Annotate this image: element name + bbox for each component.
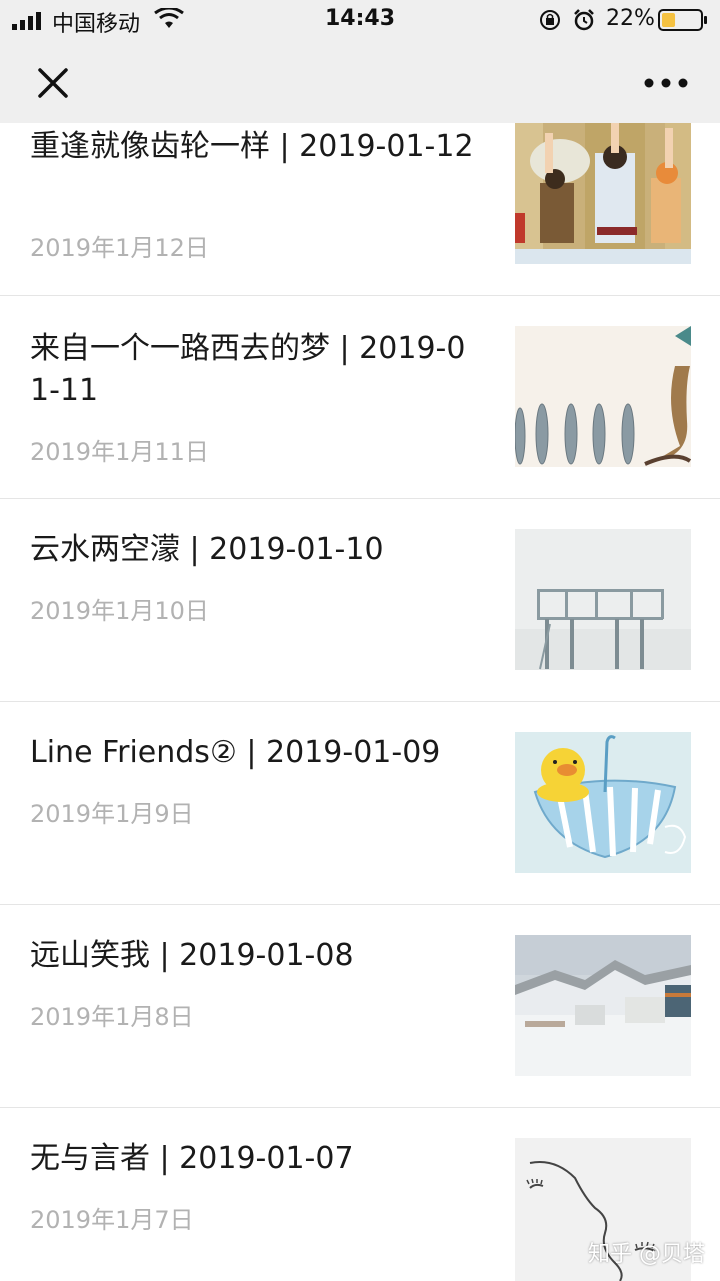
carrier-name: 中国移动	[52, 12, 141, 37]
signal-strength-icon	[12, 12, 41, 30]
divider	[0, 498, 720, 499]
watermark: 知乎 @贝塔	[588, 1242, 705, 1267]
anime-characters-thumbnail[interactable]	[515, 123, 691, 264]
snowy-mountain-thumbnail[interactable]	[515, 935, 691, 1076]
more-icon	[644, 78, 688, 88]
duck-umbrella-thumbnail[interactable]	[515, 732, 691, 873]
misty-pier-thumbnail[interactable]	[515, 529, 691, 670]
divider	[0, 701, 720, 702]
article-title[interactable]: 云水两空濛 | 2019-01-10	[30, 529, 478, 571]
wifi-icon	[154, 8, 184, 28]
article-date: 2019年1月12日	[30, 234, 209, 262]
article-date: 2019年1月11日	[30, 438, 209, 466]
rotation-lock-icon	[540, 10, 560, 30]
nav-bar	[0, 40, 720, 123]
article-title[interactable]: 无与言者 | 2019-01-07	[30, 1138, 478, 1180]
article-date: 2019年1月10日	[30, 597, 209, 625]
close-icon	[38, 68, 68, 98]
alarm-icon	[574, 9, 594, 31]
close-button[interactable]	[30, 60, 76, 106]
fish-and-cat-thumbnail[interactable]	[515, 326, 691, 467]
article-list: 重逢就像齿轮一样 | 2019-01-12 2019年1月12日 来自一个一路西…	[0, 0, 720, 1281]
article-title[interactable]: 来自一个一路西去的梦 | 2019-01-11	[30, 328, 478, 412]
divider	[0, 904, 720, 905]
article-date: 2019年1月8日	[30, 1003, 194, 1031]
divider	[0, 1107, 720, 1108]
divider	[0, 295, 720, 296]
battery-percent: 22%	[606, 6, 655, 31]
article-date: 2019年1月9日	[30, 800, 194, 828]
more-options-button[interactable]	[636, 60, 696, 106]
article-title[interactable]: Line Friends② | 2019-01-09	[30, 732, 478, 774]
article-title[interactable]: 远山笑我 | 2019-01-08	[30, 935, 478, 977]
article-date: 2019年1月7日	[30, 1206, 194, 1234]
battery-icon	[658, 9, 707, 31]
status-bar: 中国移动 14:43 22%	[0, 0, 720, 40]
article-title[interactable]: 重逢就像齿轮一样 | 2019-01-12	[30, 126, 478, 168]
